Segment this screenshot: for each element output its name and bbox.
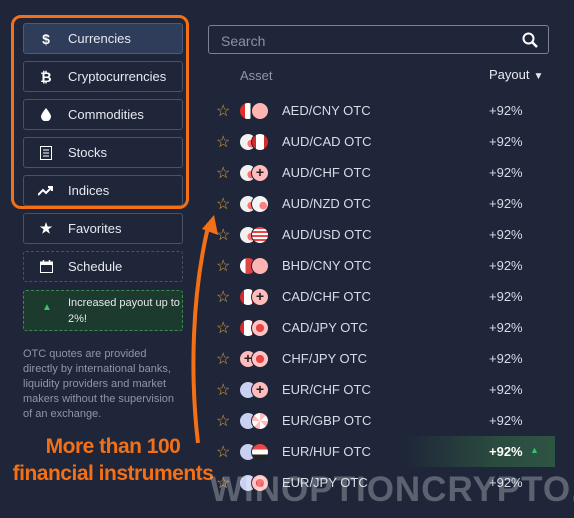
calendar-icon bbox=[24, 260, 68, 273]
callout-text: More than 100 financial instruments bbox=[0, 433, 226, 487]
asset-payout: +92% bbox=[489, 134, 523, 149]
favorite-star-icon[interactable]: ☆ bbox=[216, 132, 230, 152]
currency-pair-flags: + bbox=[239, 288, 275, 306]
asset-row[interactable]: ☆ + EUR/CHF OTC +92% bbox=[207, 374, 574, 405]
asset-row[interactable]: ☆ + CAD/CHF OTC +92% bbox=[207, 281, 574, 312]
payout-sort-header[interactable]: Payout ▼ bbox=[489, 67, 543, 82]
callout-line-1: More than 100 bbox=[45, 435, 181, 458]
increased-payout-banner[interactable]: ▲ Increased payout up to 2%! bbox=[23, 290, 183, 331]
favorite-star-icon[interactable]: ☆ bbox=[216, 225, 230, 245]
asset-payout: +92% bbox=[489, 444, 523, 459]
favorite-star-icon[interactable]: ☆ bbox=[216, 101, 230, 121]
currency-pair-flags bbox=[239, 412, 275, 430]
favorites-button[interactable]: ★ Favorites bbox=[23, 213, 183, 244]
asset-payout: +92% bbox=[489, 413, 523, 428]
otc-disclaimer: OTC quotes are provided directly by inte… bbox=[23, 348, 175, 420]
asset-name: CAD/CHF OTC bbox=[282, 289, 371, 304]
asset-name: AUD/NZD OTC bbox=[282, 196, 371, 211]
asset-row[interactable]: ☆ BHD/CNY OTC +92% bbox=[207, 250, 574, 281]
callout-line-2: financial instruments bbox=[12, 462, 214, 485]
currency-pair-flags bbox=[239, 195, 275, 213]
asset-payout: +92% bbox=[489, 351, 523, 366]
asset-name: AED/CNY OTC bbox=[282, 103, 371, 118]
asset-payout: +92% bbox=[489, 165, 523, 180]
search-icon[interactable] bbox=[522, 32, 538, 48]
payout-header-label: Payout bbox=[489, 67, 530, 82]
asset-name: EUR/HUF OTC bbox=[282, 444, 371, 459]
categories-highlight-frame bbox=[11, 15, 189, 209]
asset-row[interactable]: ☆ EUR/GBP OTC +92% bbox=[207, 405, 574, 436]
favorite-star-icon[interactable]: ☆ bbox=[216, 256, 230, 276]
asset-row[interactable]: ☆ + CHF/JPY OTC +92% bbox=[207, 343, 574, 374]
currency-pair-flags: + bbox=[239, 164, 275, 182]
currency-pair-flags bbox=[239, 257, 275, 275]
caret-down-icon: ▼ bbox=[533, 71, 544, 82]
currency-pair-flags bbox=[239, 319, 275, 337]
search-box[interactable] bbox=[208, 25, 549, 55]
asset-payout: +92% bbox=[489, 258, 523, 273]
asset-name: AUD/CHF OTC bbox=[282, 165, 371, 180]
favorite-star-icon[interactable]: ☆ bbox=[216, 380, 230, 400]
asset-payout: +92% bbox=[489, 227, 523, 242]
favorite-star-icon[interactable]: ☆ bbox=[216, 163, 230, 183]
favorite-star-icon[interactable]: ☆ bbox=[216, 411, 230, 431]
asset-row[interactable]: ☆ AUD/USD OTC +92% bbox=[207, 219, 574, 250]
asset-payout: +92% bbox=[489, 196, 523, 211]
asset-name: EUR/CHF OTC bbox=[282, 382, 371, 397]
asset-name: BHD/CNY OTC bbox=[282, 258, 372, 273]
asset-row[interactable]: ☆ AUD/CAD OTC +92% bbox=[207, 126, 574, 157]
asset-payout: +92% bbox=[489, 320, 523, 335]
currency-pair-flags bbox=[239, 226, 275, 244]
schedule-button[interactable]: Schedule bbox=[23, 251, 183, 282]
currency-pair-flags: + bbox=[239, 350, 275, 368]
watermark: WINOPTIONCRYPTO.COM bbox=[210, 470, 574, 509]
search-input[interactable] bbox=[219, 26, 513, 55]
asset-payout: +92% bbox=[489, 103, 523, 118]
asset-row[interactable]: ☆ AUD/NZD OTC +92% bbox=[207, 188, 574, 219]
currency-pair-flags bbox=[239, 443, 275, 461]
asset-name: AUD/USD OTC bbox=[282, 227, 372, 242]
favorite-star-icon[interactable]: ☆ bbox=[216, 318, 230, 338]
asset-row[interactable]: ☆ + AUD/CHF OTC +92% bbox=[207, 157, 574, 188]
asset-list-panel: Asset Payout▼ ☆ AED/CNY OTC +92% ☆ AUD/C… bbox=[207, 0, 574, 518]
favorite-star-icon[interactable]: ☆ bbox=[216, 194, 230, 214]
currency-pair-flags bbox=[239, 102, 275, 120]
asset-name: EUR/GBP OTC bbox=[282, 413, 372, 428]
asset-name: CHF/JPY OTC bbox=[282, 351, 367, 366]
promo-text: Increased payout up to 2%! bbox=[68, 297, 180, 325]
favorite-star-icon[interactable]: ☆ bbox=[216, 442, 230, 462]
favorites-label: Favorites bbox=[68, 221, 122, 236]
chevron-up-icon: ▲ bbox=[530, 445, 539, 455]
asset-row[interactable]: ☆ CAD/JPY OTC +92% bbox=[207, 312, 574, 343]
asset-name: AUD/CAD OTC bbox=[282, 134, 372, 149]
chevron-up-icon: ▲ bbox=[42, 302, 52, 313]
asset-payout: +92% bbox=[489, 382, 523, 397]
asset-column-header: Asset bbox=[240, 68, 273, 83]
asset-row[interactable]: ☆ AED/CNY OTC +92% bbox=[207, 95, 574, 126]
asset-name: CAD/JPY OTC bbox=[282, 320, 368, 335]
star-icon: ★ bbox=[39, 220, 53, 236]
favorite-star-icon[interactable]: ☆ bbox=[216, 349, 230, 369]
asset-payout: +92% bbox=[489, 289, 523, 304]
currency-pair-flags bbox=[239, 133, 275, 151]
favorite-star-icon[interactable]: ☆ bbox=[216, 287, 230, 307]
currency-pair-flags: + bbox=[239, 381, 275, 399]
asset-row[interactable]: ☆ EUR/HUF OTC +92% ▲ bbox=[207, 436, 574, 467]
schedule-label: Schedule bbox=[68, 259, 123, 274]
